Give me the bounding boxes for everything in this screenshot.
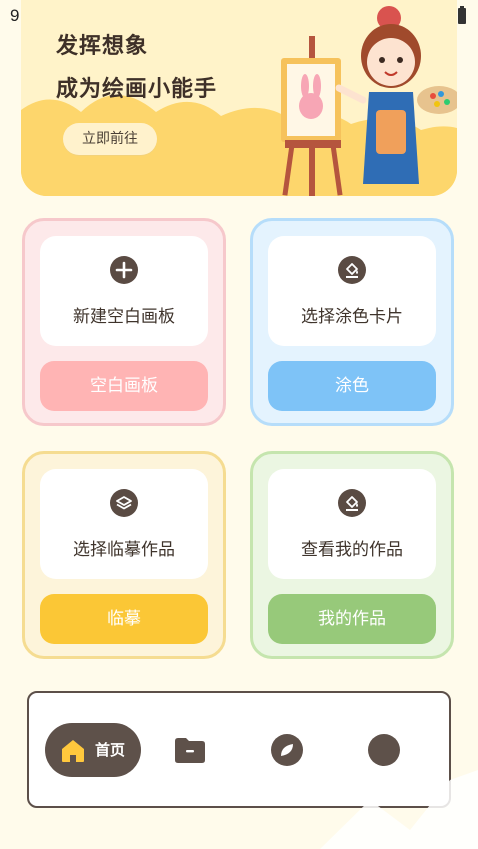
banner-headline-1: 发挥想象 (56, 34, 149, 59)
nav-profile-tab[interactable] (367, 733, 401, 767)
copy-artwork-card: 选择临摹作品 临摹 (22, 451, 226, 659)
paint-bucket-icon (338, 489, 366, 517)
profile-icon (368, 734, 400, 766)
my-works-button[interactable]: 我的作品 (268, 594, 436, 644)
new-blank-canvas-card: 新建空白画板 空白画板 (22, 218, 226, 426)
go-now-button[interactable]: 立即前往 (63, 123, 157, 155)
my-works-card: 查看我的作品 我的作品 (250, 451, 454, 659)
view-my-works-label: 查看我的作品 (301, 540, 403, 560)
copy-artwork-panel[interactable]: 选择临摹作品 (40, 469, 208, 579)
my-works-panel[interactable]: 查看我的作品 (268, 469, 436, 579)
coloring-panel[interactable]: 选择涂色卡片 (268, 236, 436, 346)
folder-icon (175, 738, 205, 763)
home-icon (62, 740, 84, 762)
girl-painting-illustration (281, 6, 457, 196)
coloring-card: 选择涂色卡片 涂色 (250, 218, 454, 426)
paint-bucket-icon (338, 256, 366, 284)
nav-discover-tab[interactable] (270, 733, 304, 767)
new-blank-canvas-label: 新建空白画板 (73, 307, 175, 327)
nav-home-tab[interactable]: 首页 (45, 723, 141, 777)
copy-button[interactable]: 临摹 (40, 594, 208, 644)
select-copy-artwork-label: 选择临摹作品 (73, 540, 175, 560)
nav-home-label: 首页 (95, 742, 126, 759)
banner-headline-2: 成为绘画小能手 (56, 77, 218, 102)
compass-icon (271, 734, 303, 766)
select-coloring-card-label: 选择涂色卡片 (301, 307, 403, 327)
nav-folder-tab[interactable] (173, 733, 207, 767)
layers-icon (110, 489, 138, 517)
hero-banner: 发挥想象 成为绘画小能手 立即前往 (21, 0, 457, 196)
watermark-overlay (320, 770, 478, 849)
coloring-button[interactable]: 涂色 (268, 361, 436, 411)
new-blank-canvas-panel[interactable]: 新建空白画板 (40, 236, 208, 346)
blank-canvas-button[interactable]: 空白画板 (40, 361, 208, 411)
plus-icon (110, 256, 138, 284)
